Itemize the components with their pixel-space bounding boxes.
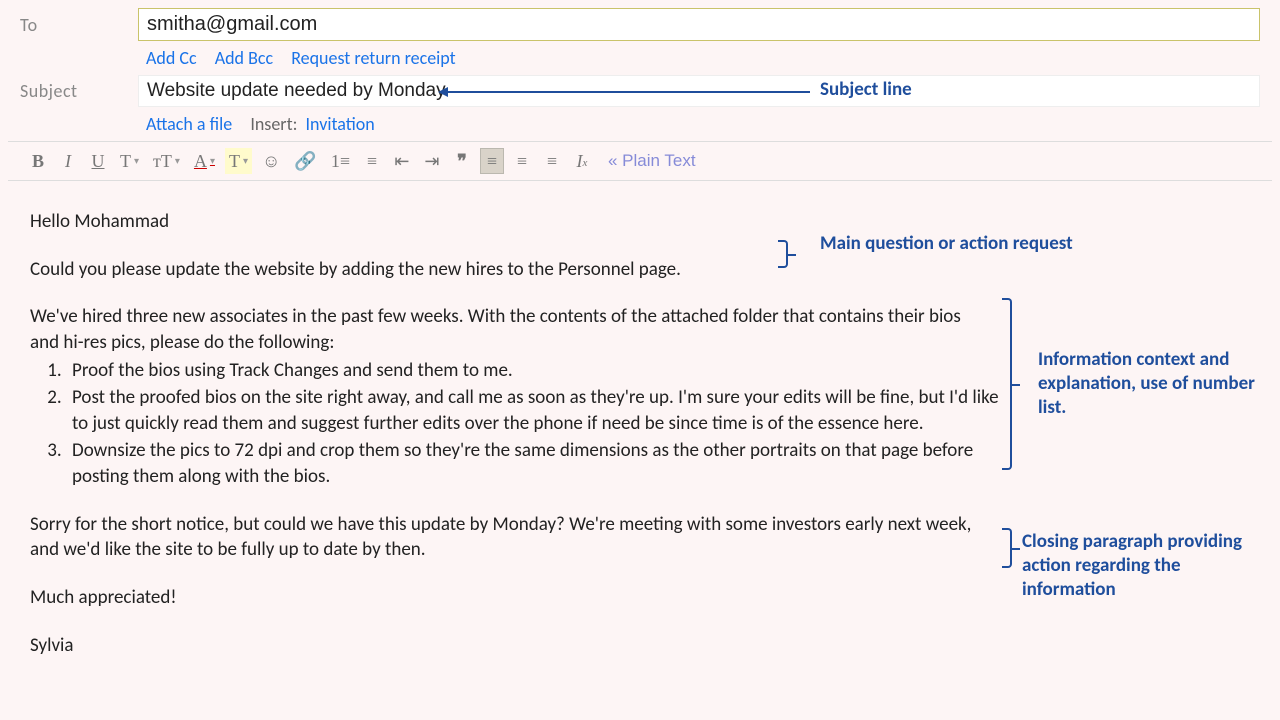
subject-label: Subject bbox=[8, 80, 138, 102]
request-receipt-link[interactable]: Request return receipt bbox=[291, 47, 456, 69]
font-size-button[interactable]: T bbox=[116, 148, 143, 174]
attach-file-link[interactable]: Attach a file bbox=[146, 113, 232, 135]
annotation-closing: Closing paragraph providing action regar… bbox=[1022, 530, 1262, 601]
text-color-button[interactable]: A bbox=[190, 148, 219, 174]
font-size2-button[interactable]: тT bbox=[149, 148, 184, 174]
annotation-arrow bbox=[440, 91, 810, 93]
to-input[interactable] bbox=[138, 8, 1260, 41]
annotation-subject: Subject line bbox=[820, 78, 912, 102]
insert-invitation-link[interactable]: Invitation bbox=[306, 113, 375, 135]
outdent-button[interactable]: ⇤ bbox=[390, 148, 414, 174]
annotation-bracket bbox=[1002, 298, 1012, 470]
to-label: To bbox=[8, 14, 138, 36]
add-cc-link[interactable]: Add Cc bbox=[146, 47, 197, 69]
indent-button[interactable]: ⇥ bbox=[420, 148, 444, 174]
list-item: Post the proofed bios on the site right … bbox=[66, 385, 1006, 436]
list-item: Proof the bios using Track Changes and s… bbox=[66, 358, 1006, 384]
clear-format-button[interactable]: Ix bbox=[570, 148, 594, 174]
thanks: Much appreciated! bbox=[30, 585, 990, 611]
add-bcc-link[interactable]: Add Bcc bbox=[215, 47, 273, 69]
annotation-bracket bbox=[778, 240, 788, 268]
bullet-list-button[interactable]: ≡ bbox=[360, 148, 384, 174]
link-button[interactable]: 🔗 bbox=[290, 148, 320, 174]
underline-button[interactable]: U bbox=[86, 148, 110, 174]
bold-button[interactable]: B bbox=[26, 148, 50, 174]
context-intro: We've hired three new associates in the … bbox=[30, 304, 990, 355]
greeting: Hello Mohammad bbox=[30, 209, 990, 235]
annotation-context: Information context and explanation, use… bbox=[1038, 348, 1258, 419]
align-left-button[interactable]: ≡ bbox=[480, 148, 504, 174]
closing-para: Sorry for the short notice, but could we… bbox=[30, 512, 990, 563]
plain-text-link[interactable]: « Plain Text bbox=[608, 151, 696, 171]
align-right-button[interactable]: ≡ bbox=[540, 148, 564, 174]
steps-list: Proof the bios using Track Changes and s… bbox=[66, 358, 1006, 490]
italic-button[interactable]: I bbox=[56, 148, 80, 174]
signature: Sylvia bbox=[30, 633, 990, 659]
highlight-button[interactable]: T bbox=[225, 148, 252, 174]
email-body[interactable]: Hello Mohammad Could you please update t… bbox=[0, 181, 1280, 690]
insert-label: Insert: bbox=[250, 113, 297, 135]
align-center-button[interactable]: ≡ bbox=[510, 148, 534, 174]
list-item: Downsize the pics to 72 dpi and crop the… bbox=[66, 438, 1006, 489]
main-request: Could you please update the website by a… bbox=[30, 257, 990, 283]
numbered-list-button[interactable]: 1≡ bbox=[327, 148, 354, 174]
emoji-button[interactable]: ☺ bbox=[258, 148, 284, 174]
annotation-bracket bbox=[1002, 528, 1012, 568]
annotation-main: Main question or action request bbox=[820, 232, 1073, 256]
format-toolbar: B I U T тT A T ☺ 🔗 1≡ ≡ ⇤ ⇥ ❞ ≡ ≡ ≡ Ix «… bbox=[8, 141, 1272, 181]
quote-button[interactable]: ❞ bbox=[450, 148, 474, 174]
